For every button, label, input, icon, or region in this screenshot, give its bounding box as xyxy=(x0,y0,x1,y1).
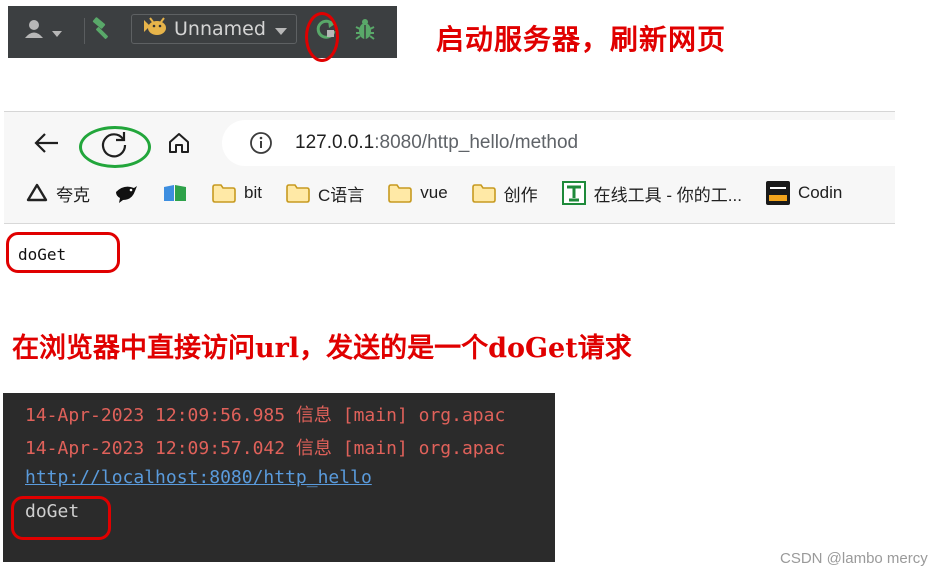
run-configuration-label: Unnamed xyxy=(174,18,266,40)
bookmark-coding-tree[interactable]: Codin xyxy=(765,181,843,205)
home-button[interactable] xyxy=(164,130,194,160)
bookmark-label: bit xyxy=(244,183,262,202)
folder-icon xyxy=(471,183,496,203)
browser-chrome: 127.0.0.1:8080/http_hello/method 夸克 bit xyxy=(4,111,902,223)
bookmark-label: 创作 xyxy=(503,185,538,205)
bookmark-label: Codin xyxy=(797,183,843,202)
bookmark-folder-bit[interactable]: bit xyxy=(212,183,262,203)
page-text-highlight-box xyxy=(6,232,120,273)
bookmark-bird[interactable] xyxy=(114,182,138,204)
quark-icon xyxy=(26,183,48,203)
watermark: CSDN @lambo mercy xyxy=(780,550,928,567)
user-icon xyxy=(24,19,48,43)
address-bar[interactable]: 127.0.0.1:8080/http_hello/method xyxy=(222,120,902,166)
bookmark-folder-c[interactable]: C语言 xyxy=(286,181,364,206)
toolbar-divider xyxy=(84,18,85,44)
url-host: 127.0.0.1 xyxy=(295,132,375,153)
bookmark-online-tools[interactable]: 在线工具 - 你的工... xyxy=(561,181,742,206)
rerun-highlight-circle xyxy=(305,12,339,62)
bug-icon xyxy=(354,17,376,45)
bookshelf-icon xyxy=(162,183,188,203)
bookmark-folder-vue[interactable]: vue xyxy=(388,183,448,203)
bookmark-label: vue xyxy=(420,183,448,202)
folder-icon xyxy=(388,183,413,203)
annotation-step-2: 在浏览器中直接访问url，发送的是一个doGet请求 xyxy=(12,333,632,364)
console-url-link[interactable]: http://localhost:8080/http_hello xyxy=(25,467,372,488)
chevron-down-icon xyxy=(52,22,62,41)
bookmark-label: 夸克 xyxy=(56,185,90,205)
bird-icon xyxy=(114,182,138,204)
console-output-highlight-box xyxy=(11,496,111,540)
bookmark-label: C语言 xyxy=(317,185,365,205)
bookmark-quark[interactable]: 夸克 xyxy=(26,181,90,206)
tomcat-icon xyxy=(142,16,168,42)
run-configuration-select[interactable]: Unnamed xyxy=(131,14,297,44)
browser-page-content: doGet xyxy=(4,223,895,264)
reload-highlight-circle xyxy=(79,126,151,168)
console-log-line: 14-Apr-2023 12:09:56.985 信息 [main] org.a… xyxy=(25,405,506,426)
bookmark-folder-create[interactable]: 创作 xyxy=(471,181,538,206)
bookmarks-bar: 夸克 bit C语言 vue 创作 在线工具 - 你的工... Codin xyxy=(26,178,895,208)
folder-icon xyxy=(212,183,236,203)
arrow-left-icon xyxy=(34,132,60,158)
user-menu-button[interactable] xyxy=(24,17,62,45)
tool-icon xyxy=(561,181,586,205)
debug-button[interactable] xyxy=(352,17,378,45)
annotation-step-1: 启动服务器，刷新网页 xyxy=(436,23,727,56)
url-path: :8080/http_hello/method xyxy=(374,132,579,153)
hammer-icon xyxy=(90,17,114,45)
folder-icon xyxy=(286,183,310,203)
back-button[interactable] xyxy=(32,130,62,160)
chevron-down-icon xyxy=(275,20,287,39)
home-icon xyxy=(167,131,191,159)
info-icon[interactable] xyxy=(249,131,273,155)
console-log-line: 14-Apr-2023 12:09:57.042 信息 [main] org.a… xyxy=(25,438,506,459)
codingtree-icon xyxy=(765,181,790,205)
bookmark-label: 在线工具 - 你的工... xyxy=(593,185,742,205)
bookmark-books[interactable] xyxy=(162,183,188,203)
build-button[interactable] xyxy=(88,17,116,45)
